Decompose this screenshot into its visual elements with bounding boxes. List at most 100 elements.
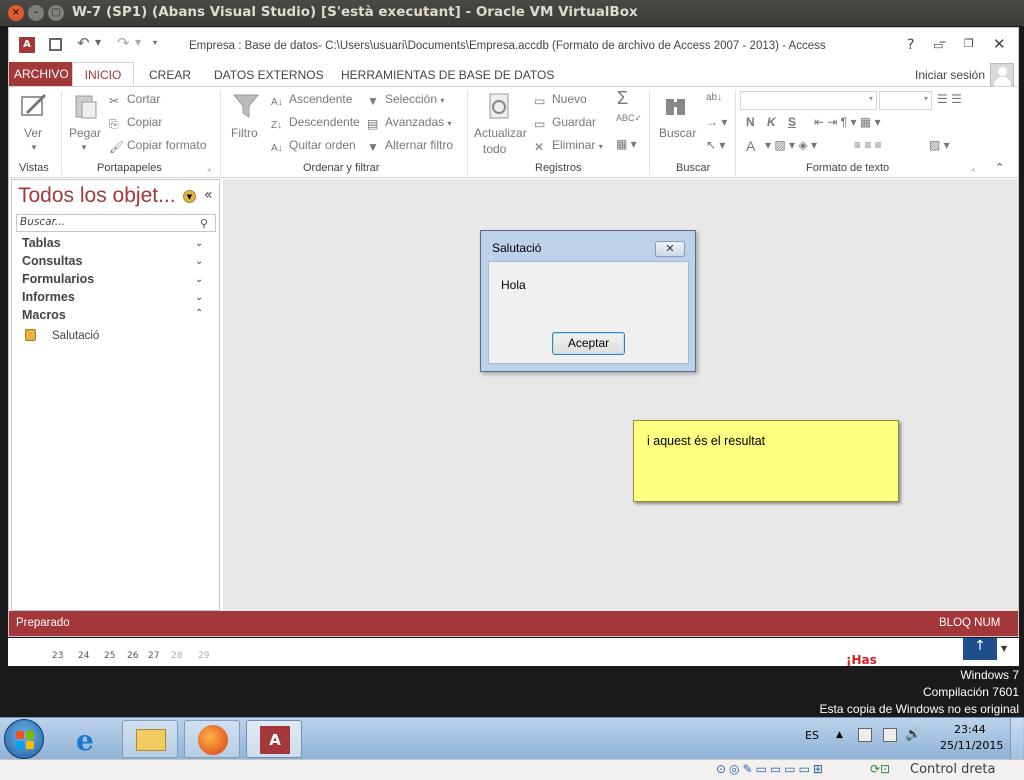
close-window-button[interactable]: × [8, 5, 24, 21]
tab-herramientas[interactable]: HERRAMIENTAS DE BASE DE DATOS [341, 65, 554, 86]
help-button[interactable]: ? [907, 37, 914, 53]
filter-icon[interactable] [231, 91, 261, 121]
undo-dropdown-icon[interactable]: ▼ [95, 38, 101, 47]
nav-pane-title[interactable]: Todos los objet... [18, 184, 176, 208]
chevron-down-icon[interactable]: ⌄ [195, 238, 203, 249]
customize-qat-icon[interactable]: ▾ [153, 38, 157, 47]
nav-search-input[interactable]: Buscar... [16, 214, 216, 232]
volume-icon[interactable]: 🔊 [905, 727, 921, 742]
access-logo-icon[interactable]: A [19, 37, 35, 53]
vbox-device-icons[interactable]: ⊙◎✎▭▭▭▭⊞ [716, 762, 826, 776]
select-icon[interactable]: ↖ ▾ [706, 138, 725, 152]
start-button[interactable] [4, 719, 44, 759]
minimize-icon[interactable]: – [939, 34, 946, 50]
taskbar-firefox-button[interactable] [184, 720, 240, 758]
view-icon[interactable] [19, 91, 49, 121]
delete-record-button[interactable]: ✕ Eliminar ▾ [534, 138, 603, 154]
view-dropdown-icon[interactable]: ▼ [30, 143, 38, 152]
indent-icons[interactable]: ⇤ ⇥ ¶ ▾ ▦ ▾ [814, 115, 881, 129]
binoculars-icon[interactable] [661, 91, 691, 121]
nav-category-formularios[interactable]: Formularios [22, 272, 94, 286]
taskbar-access-button[interactable]: A [246, 720, 302, 758]
signin-link[interactable]: Iniciar sesión [915, 65, 985, 86]
save-record-button[interactable]: ▭ Guardar [534, 115, 596, 131]
clipboard-launcher-icon[interactable]: ⌟ [207, 163, 211, 172]
paste-button[interactable]: Pegar [69, 126, 101, 140]
avatar[interactable] [990, 63, 1014, 86]
collapse-nav-icon[interactable]: « [204, 187, 213, 203]
redo-dropdown-icon[interactable]: ▼ [135, 38, 141, 47]
dialog-close-button[interactable]: ✕ [655, 241, 685, 257]
advanced-button[interactable]: ▤ Avanzadas ▾ [367, 115, 452, 131]
view-button[interactable]: Ver [24, 126, 42, 140]
save-icon[interactable] [49, 38, 62, 51]
nav-category-informes[interactable]: Informes [22, 290, 75, 304]
refresh-all-button[interactable]: Actualizar [474, 126, 527, 140]
sort-ascending-button[interactable]: A↓ Ascendente [271, 92, 352, 111]
redo-icon[interactable]: ↷ [117, 34, 130, 52]
nav-category-macros[interactable]: Macros [22, 308, 66, 322]
more-records-icon[interactable]: ▦ ▾ [616, 137, 637, 151]
spelling-icon[interactable]: ABC✓ [616, 113, 642, 124]
undo-icon[interactable]: ↶ [77, 34, 90, 52]
close-icon[interactable]: ✕ [993, 35, 1006, 53]
nav-category-consultas[interactable]: Consultas [22, 254, 82, 268]
chevron-down-icon[interactable]: ▼ [1001, 644, 1007, 653]
align-icons[interactable]: ≡ ≡ ≡ [854, 138, 882, 152]
tab-inicio[interactable]: INICIO [72, 62, 134, 87]
minimize-window-button[interactable]: – [28, 5, 44, 21]
sort-descending-button[interactable]: Z↓ Descendente [271, 115, 360, 134]
paste-icon[interactable] [71, 91, 101, 121]
underline-button[interactable]: S [788, 115, 796, 129]
totals-icon[interactable]: Σ [617, 88, 628, 109]
clock-date[interactable]: 25/11/2015 [940, 739, 1003, 752]
selection-button[interactable]: ▼ Selección ▾ [367, 92, 444, 108]
ok-button[interactable]: Aceptar [552, 332, 625, 355]
collapse-ribbon-icon[interactable]: ⌃ [995, 161, 1004, 174]
taskbar-explorer-button[interactable] [122, 720, 178, 758]
new-record-button[interactable]: ▭ Nuevo [534, 92, 587, 108]
filter-button[interactable]: Filtro [231, 126, 258, 140]
scroll-up-button[interactable]: ↑ [963, 638, 997, 660]
show-desktop-button[interactable] [1010, 718, 1023, 760]
chevron-down-icon[interactable]: ⌄ [195, 292, 203, 303]
bold-button[interactable]: N [746, 115, 755, 129]
format-painter-button[interactable]: 🖌 Copiar formato [109, 138, 206, 154]
chevron-up-icon[interactable]: ⌃ [195, 308, 203, 319]
tab-datos-externos[interactable]: DATOS EXTERNOS [214, 65, 324, 86]
font-size-select[interactable]: ▾ [879, 91, 932, 110]
copy-button[interactable]: ⎘ Copiar [109, 115, 162, 131]
bullets-icon[interactable]: ☰ ☰ [937, 92, 962, 106]
maximize-window-button[interactable]: □ [48, 5, 64, 21]
show-hidden-icons[interactable]: ▲ [836, 730, 843, 740]
italic-button[interactable]: K [767, 115, 776, 129]
highlight-icons[interactable]: ▾ ▨ ▾ ◈ ▾ [765, 138, 817, 152]
font-name-select[interactable]: ▾ [740, 91, 877, 110]
vbox-status-icons[interactable]: ⟳⊡ [870, 762, 890, 776]
tab-archivo[interactable]: ARCHIVO [9, 62, 74, 86]
format-launcher-icon[interactable]: ⌟ [971, 163, 975, 172]
font-color-button[interactable]: A [746, 138, 755, 154]
gridlines-icon[interactable]: ▨ ▾ [929, 138, 950, 152]
taskbar-ie-button[interactable]: e [64, 720, 120, 758]
search-icon[interactable]: ⚲ [200, 217, 208, 230]
clock-time[interactable]: 23:44 [954, 723, 986, 736]
restore-icon[interactable]: ❐ [964, 37, 974, 50]
nav-category-tablas[interactable]: Tablas [22, 236, 61, 250]
find-button[interactable]: Buscar [659, 126, 696, 140]
chevron-down-icon[interactable]: ⌄ [195, 274, 203, 285]
replace-icon[interactable]: ab↓ [706, 92, 722, 103]
action-center-icon[interactable] [883, 728, 897, 742]
language-indicator[interactable]: ES [805, 729, 819, 742]
remove-sort-button[interactable]: A↓ Quitar orden [271, 138, 356, 157]
network-icon[interactable] [858, 728, 872, 742]
paste-dropdown-icon[interactable]: ▼ [80, 143, 88, 152]
nav-item-salutacio[interactable]: Salutació [52, 330, 99, 342]
toggle-filter-button[interactable]: ▼ Alternar filtro [367, 138, 453, 154]
tab-crear[interactable]: CREAR [149, 65, 191, 86]
refresh-icon[interactable] [485, 91, 515, 121]
cut-button[interactable]: ✂ Cortar [109, 92, 160, 108]
chevron-down-icon[interactable]: ⌄ [195, 256, 203, 267]
nav-menu-dropdown-icon[interactable]: ▼ [183, 190, 196, 203]
go-to-icon[interactable]: → ▾ [706, 115, 727, 129]
